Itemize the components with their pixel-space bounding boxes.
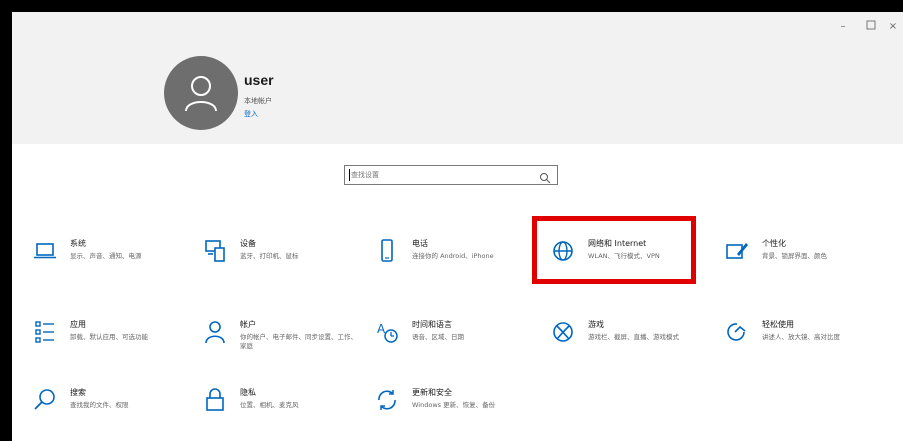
tile-title: 帐户 — [240, 320, 256, 329]
tile-title: 电话 — [412, 239, 428, 248]
tile-title: 搜索 — [70, 388, 86, 397]
tile-title: 系统 — [70, 239, 86, 248]
tile-description: WLAN、飞行模式、VPN — [588, 252, 660, 260]
xbox-icon — [550, 319, 576, 345]
tile-accounts[interactable]: 帐户 你的帐户、电子邮件、同步设置、工作、家庭 — [202, 317, 362, 357]
tile-privacy[interactable]: 隐私 位置、相机、麦克风 — [202, 385, 362, 425]
tile-title: 轻松使用 — [762, 320, 794, 329]
tile-title: 应用 — [70, 320, 86, 329]
account-type: 本地帐户 — [244, 97, 272, 105]
devices-icon — [202, 238, 228, 264]
tile-title: 游戏 — [588, 320, 604, 329]
tile-description: 背景、锁屏界面、颜色 — [762, 252, 827, 260]
tile-phone[interactable]: 电话 连接你的 Android、iPhone — [374, 236, 534, 276]
phone-icon — [374, 238, 400, 264]
account-header: – × user 本地帐户 登入 — [12, 12, 903, 144]
tile-description: 讲述人、放大镜、高对比度 — [762, 333, 840, 341]
ease-of-access-icon — [724, 319, 750, 345]
signin-link[interactable]: 登入 — [244, 109, 258, 119]
lock-icon — [202, 387, 228, 413]
apps-list-icon — [32, 319, 58, 345]
tile-title: 更新和安全 — [412, 388, 452, 397]
tile-title: 网络和 Internet — [588, 239, 647, 248]
tile-apps[interactable]: 应用 卸载、默认应用、可选功能 — [32, 317, 192, 357]
text-caret — [349, 169, 350, 181]
tile-description: 游戏栏、截屏、直播、游戏模式 — [588, 333, 679, 341]
tile-description: 你的帐户、电子邮件、同步设置、工作、家庭 — [240, 333, 357, 350]
tile-title: 时间和语言 — [412, 320, 452, 329]
user-name: user — [244, 72, 274, 88]
tile-description: 显示、声音、通知、电源 — [70, 252, 142, 260]
tile-gaming[interactable]: 游戏 游戏栏、截屏、直播、游戏模式 — [550, 317, 710, 357]
close-icon[interactable]: × — [884, 20, 902, 34]
search-box[interactable] — [344, 165, 558, 185]
tile-ease-of-access[interactable]: 轻松使用 讲述人、放大镜、高对比度 — [724, 317, 884, 357]
tile-update-security[interactable]: 更新和安全 Windows 更新、恢复、备份 — [374, 385, 534, 425]
tile-description: 蓝牙、打印机、鼠标 — [240, 252, 299, 260]
tile-system[interactable]: 系统 显示、声音、通知、电源 — [32, 236, 192, 276]
tile-description: 语音、区域、日期 — [412, 333, 464, 341]
minimize-icon[interactable]: – — [834, 20, 852, 34]
tile-description: 卸载、默认应用、可选功能 — [70, 333, 148, 341]
tile-search[interactable]: 搜索 查找我的文件、权限 — [32, 385, 192, 425]
tile-title: 隐私 — [240, 388, 256, 397]
settings-window: – × user 本地帐户 登入 系统 显示、声音、通知、电源 — [12, 12, 903, 441]
person-icon — [202, 319, 228, 345]
search-icon[interactable] — [539, 169, 553, 184]
laptop-icon — [32, 238, 58, 264]
person-icon — [185, 76, 217, 112]
tile-time-language[interactable]: A 时间和语言 语音、区域、日期 — [374, 317, 534, 357]
search-input[interactable] — [349, 168, 539, 182]
sync-icon — [374, 387, 400, 413]
tile-description: 连接你的 Android、iPhone — [412, 252, 494, 260]
tile-description: 查找我的文件、权限 — [70, 401, 129, 409]
tile-personalization[interactable]: 个性化 背景、锁屏界面、颜色 — [724, 236, 884, 276]
avatar[interactable] — [164, 56, 238, 130]
tile-description: Windows 更新、恢复、备份 — [412, 401, 496, 409]
magnifier-icon — [32, 387, 58, 413]
tile-title: 设备 — [240, 239, 256, 248]
tile-description: 位置、相机、麦克风 — [240, 401, 299, 409]
tile-network[interactable]: 网络和 Internet WLAN、飞行模式、VPN — [550, 236, 710, 276]
tile-devices[interactable]: 设备 蓝牙、打印机、鼠标 — [202, 236, 362, 276]
time-language-icon: A — [374, 319, 400, 345]
globe-icon — [550, 238, 576, 264]
paintbrush-icon — [724, 238, 750, 264]
tile-title: 个性化 — [762, 239, 786, 248]
maximize-icon[interactable] — [862, 20, 880, 34]
